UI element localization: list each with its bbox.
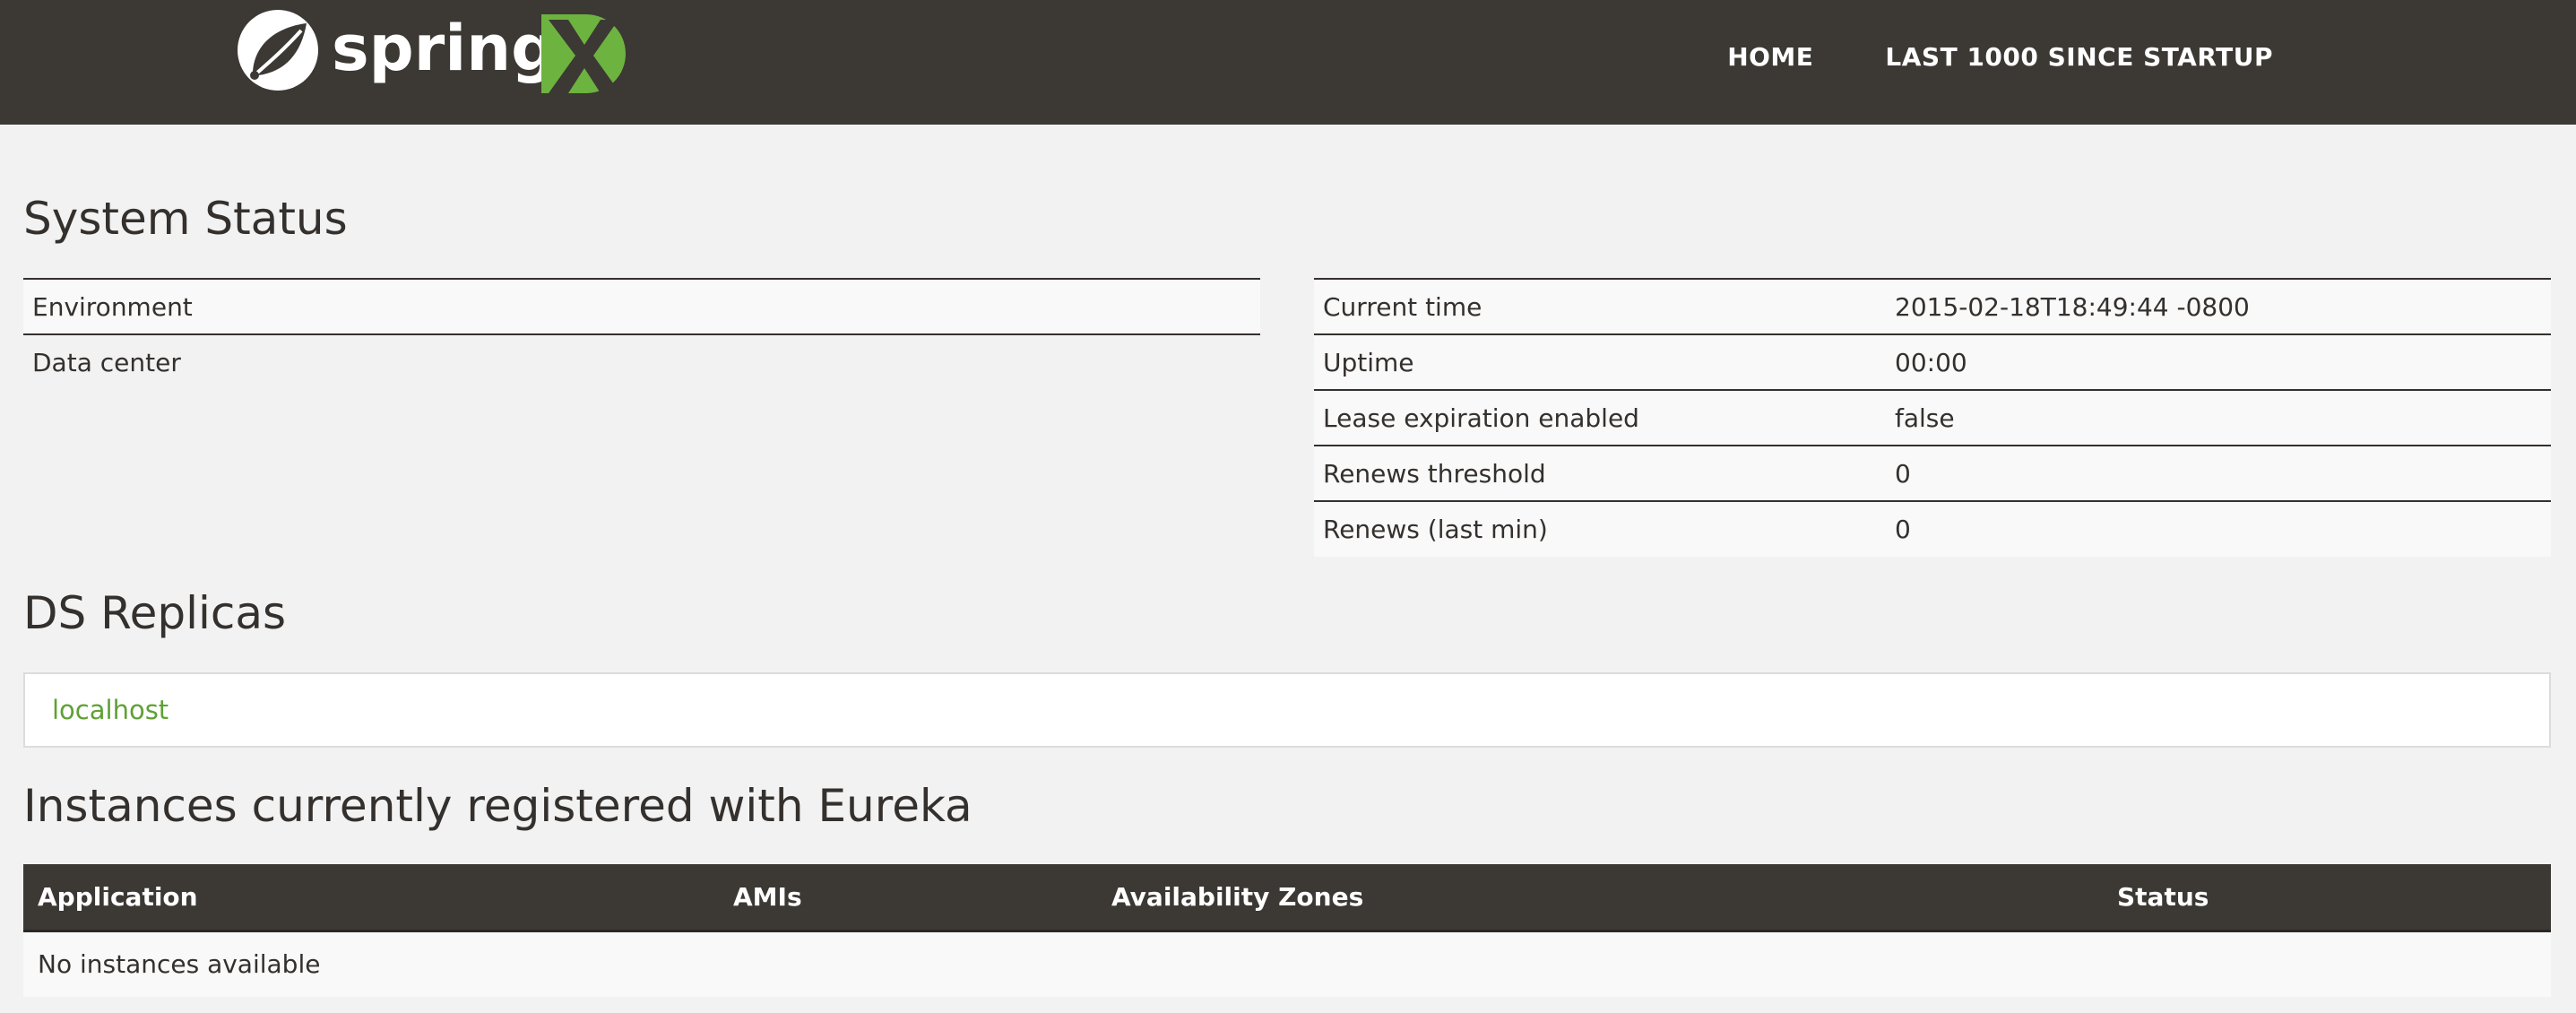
nav-home-link[interactable]: HOME	[1727, 42, 1813, 72]
nav-last-1000-link[interactable]: LAST 1000 SINCE STARTUP	[1885, 42, 2273, 72]
table-row: No instances available	[23, 931, 2551, 997]
column-header-availability-zones: Availability Zones	[1097, 864, 2103, 932]
table-row: Uptime 00:00	[1314, 333, 2551, 390]
brand-text: spring	[332, 12, 556, 85]
data-center-value	[1146, 333, 1260, 390]
table-row: Renews threshold 0	[1314, 445, 2551, 501]
current-time-label: Current time	[1314, 278, 1886, 334]
status-info-table: Current time 2015-02-18T18:49:44 -0800 U…	[1314, 278, 2551, 557]
spring-cloud-x-logo	[541, 14, 626, 93]
data-center-label: Data center	[23, 333, 1147, 390]
ds-replicas-heading: DS Replicas	[23, 587, 287, 639]
table-row: Renews (last min) 0	[1314, 500, 2551, 557]
lease-expiration-value: false	[1886, 389, 2551, 446]
brand-logo[interactable]: spring	[235, 7, 629, 93]
column-header-amis: AMIs	[719, 864, 1097, 932]
renews-last-min-value: 0	[1886, 500, 2551, 557]
environment-table: Environment Data center	[23, 278, 1260, 390]
uptime-value: 00:00	[1886, 333, 2551, 390]
spring-logo-graphic: spring	[238, 10, 626, 93]
table-row: Current time 2015-02-18T18:49:44 -0800	[1314, 278, 2551, 334]
table-row: Environment	[23, 278, 1260, 334]
uptime-label: Uptime	[1314, 333, 1886, 390]
spring-leaf-icon	[238, 10, 318, 91]
table-row: Data center	[23, 333, 1260, 390]
top-navbar: spring HOME LAST 1000 SINCE STARTUP	[0, 0, 2576, 125]
renews-threshold-value: 0	[1886, 445, 2551, 501]
replicas-list: localhost	[23, 672, 2551, 748]
instances-table: Application AMIs Availability Zones Stat…	[23, 864, 2551, 997]
renews-last-min-label: Renews (last min)	[1314, 500, 1886, 557]
renews-threshold-label: Renews threshold	[1314, 445, 1886, 501]
environment-value	[1146, 278, 1260, 334]
system-status-heading: System Status	[23, 193, 348, 245]
column-header-application: Application	[23, 864, 719, 932]
replica-link-localhost[interactable]: localhost	[52, 695, 169, 725]
table-row: Lease expiration enabled false	[1314, 389, 2551, 446]
instances-heading: Instances currently registered with Eure…	[23, 780, 972, 832]
current-time-value: 2015-02-18T18:49:44 -0800	[1886, 278, 2551, 334]
lease-expiration-label: Lease expiration enabled	[1314, 389, 1886, 446]
nav-links: HOME LAST 1000 SINCE STARTUP	[1655, 0, 2273, 114]
empty-instances-message: No instances available	[23, 931, 2551, 997]
column-header-status: Status	[2103, 864, 2551, 932]
environment-label: Environment	[23, 278, 1147, 334]
table-header-row: Application AMIs Availability Zones Stat…	[23, 864, 2551, 932]
